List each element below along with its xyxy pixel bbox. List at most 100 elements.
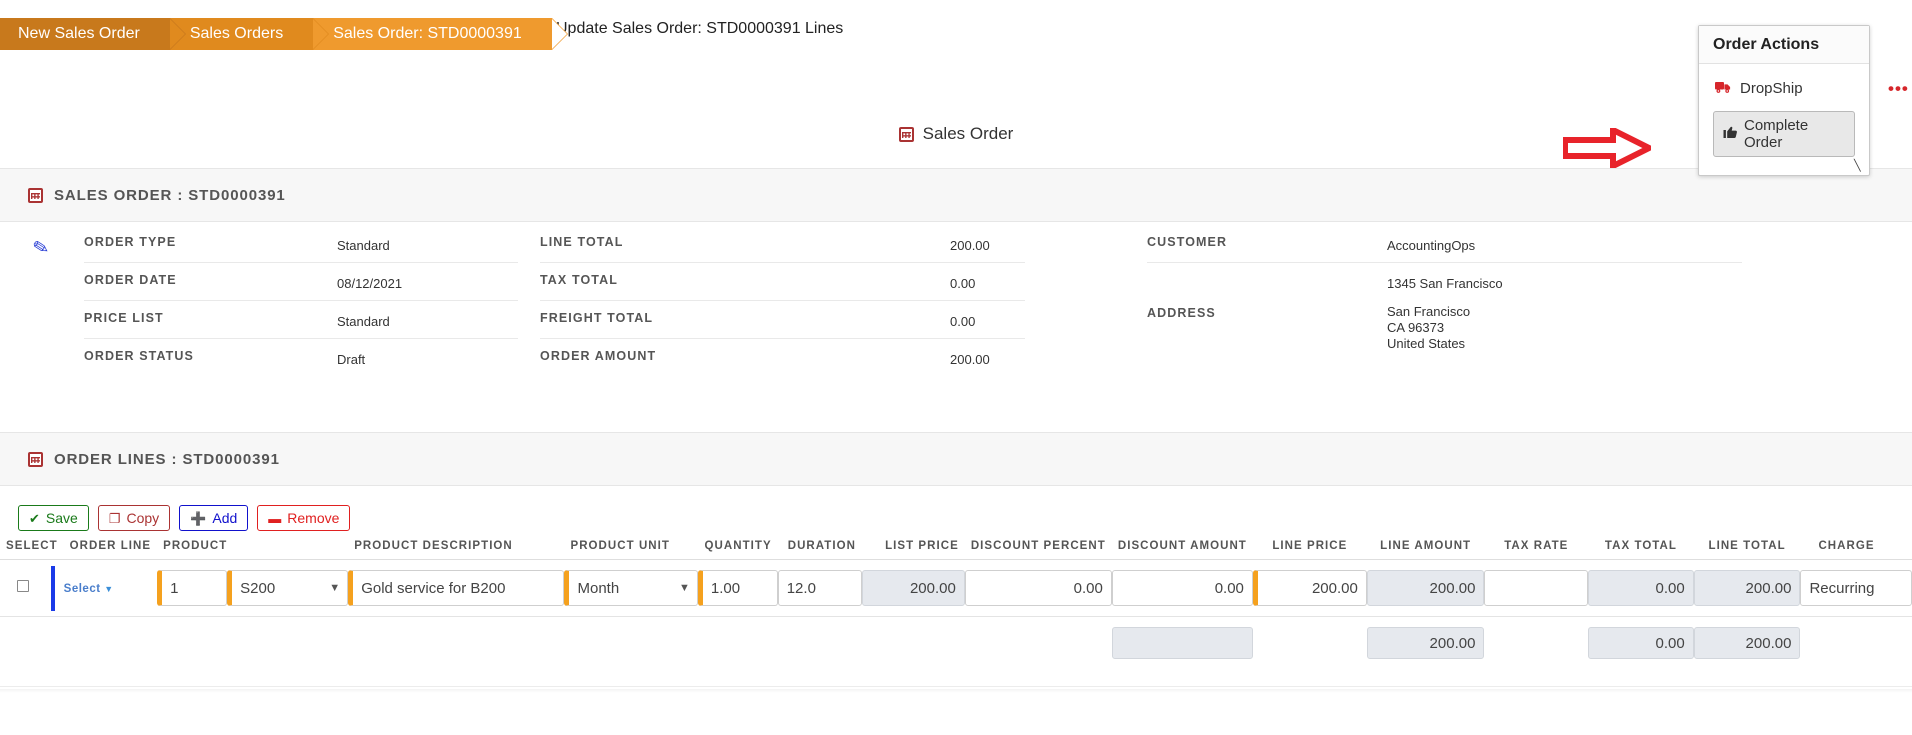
field-value: Standard [337,314,390,329]
order-line-input[interactable]: 1 [157,570,228,606]
field-value: 200.00 [950,238,990,253]
cell-product-description: Gold service for B200 [348,559,565,617]
row-checkbox[interactable] [16,580,29,592]
column-header-line-amount: LINE AMOUNT [1366,540,1485,560]
column-header-product-unit: PRODUCT UNIT [564,540,698,560]
row-select-dropdown[interactable]: Select ▼ [64,583,114,595]
breadcrumb-label: Sales Orders [189,25,284,42]
line-price-input[interactable]: 200.00 [1252,570,1367,606]
summary-cell-line-total: 200.00 [1693,617,1801,670]
column-header-line-price: LINE PRICE [1252,540,1367,560]
address-line-1: San Francisco [1387,304,1471,319]
row-marker [51,565,56,611]
column-header-product-description: PRODUCT DESCRIPTION [348,540,565,560]
field-price-list: PRICE LIST Standard [84,301,518,339]
list-price-field: 200.00 [861,570,965,606]
section-title-sales-order: SALES ORDER : STD0000391 [54,186,286,204]
table-row: Select ▼ 1 S200 ▼ Gold service for B200 [0,559,1912,617]
tax-total-field: 0.00 [1588,570,1694,606]
order-lines-toolbar: ✔ Save ❐ Copy ➕ Add ▬ Remove [18,505,351,531]
field-label: CUSTOMER [1147,235,1228,249]
duration-input[interactable]: 12.0 [777,570,862,606]
row-select-label: Select [63,583,101,595]
cell-line-amount: 200.00 [1366,559,1485,617]
field-order-status: ORDER STATUS Draft [84,339,518,377]
detail-column-right: CUSTOMER AccountingOps ADDRESS 1345 San … [1147,225,1742,352]
field-value: 0.00 [950,314,976,329]
order-actions-panel: Order Actions DropShip Complete Order ╱ [1698,25,1870,176]
field-value: 200.00 [950,352,990,367]
remove-button[interactable]: ▬ Remove [257,505,351,531]
row-select-link-cell: Select ▼ [63,559,158,617]
column-header-order-line: ORDER LINE [63,540,158,560]
field-label: FREIGHT TOTAL [540,311,654,325]
save-button[interactable]: ✔ Save [18,505,89,531]
field-value: 1345 San Francisco San Francisco CA 9637… [1387,272,1503,352]
cell-tax-rate [1484,559,1589,617]
charge-input[interactable]: Recurring [1800,570,1912,606]
row-marker-cell [45,559,64,617]
complete-order-label: Complete Order [1744,117,1809,151]
column-header-list-price: LIST PRICE [861,540,965,560]
breadcrumb: New Sales Order Sales Orders Sales Order… [0,18,568,50]
order-action-dropship[interactable]: DropShip [1699,74,1869,103]
field-value: Draft [337,352,366,367]
field-line-total: LINE TOTAL 200.00 [540,225,1025,263]
summary-line-amount: 200.00 [1366,627,1485,660]
complete-order-button[interactable]: Complete Order [1713,111,1855,157]
copy-icon: ❐ [108,510,121,526]
address-top: 1345 San Francisco [1387,276,1503,291]
pencil-icon[interactable]: ✎ [31,236,51,262]
field-order-amount: ORDER AMOUNT 200.00 [540,339,1025,377]
copy-button[interactable]: ❐ Copy [97,505,171,531]
column-header-select: SELECT [0,540,64,560]
summary-cell-line-amount: 200.00 [1366,617,1485,670]
add-button[interactable]: ➕ Add [179,505,249,531]
column-header-line-total: LINE TOTAL [1693,540,1801,560]
summary-cell-tax-total: 0.00 [1588,617,1694,670]
truck-icon [1715,81,1732,97]
row-select-checkbox-cell [0,559,46,617]
field-value: AccountingOps [1387,238,1476,253]
address-line-2: CA 96373 [1387,320,1445,335]
summary-line-total: 200.00 [1693,627,1801,660]
address-line-3: United States [1387,336,1466,351]
table-header-row: SELECT ORDER LINE PRODUCT PRODUCT DESCRI… [0,540,1912,560]
plus-icon: ➕ [190,510,207,526]
breadcrumb-item-sales-order-detail[interactable]: Sales Order: STD0000391 [313,18,568,50]
resize-handle-icon[interactable] [1854,161,1866,173]
section-title-order-lines: ORDER LINES : STD0000391 [54,450,280,468]
footer-divider [0,686,1912,687]
field-value: 0.00 [950,276,976,291]
ellipsis-icon[interactable]: ••• [1888,80,1909,97]
cell-order-line: 1 [157,559,228,617]
detail-column-left: ORDER TYPE Standard ORDER DATE 08/12/202… [84,225,518,377]
cell-line-total: 200.00 [1693,559,1801,617]
product-select[interactable]: S200 ▼ [227,570,349,606]
tax-rate-input[interactable] [1484,570,1589,606]
breadcrumb-item-sales-orders[interactable]: Sales Orders [169,18,330,50]
field-value: 08/12/2021 [337,276,403,291]
sales-order-header-label: Sales Order [0,124,1912,144]
cell-product: S200 ▼ [227,559,349,617]
grid-icon [898,126,914,142]
chevron-down-icon: ▼ [329,582,341,594]
field-label: ORDER STATUS [84,349,194,363]
sales-order-page: New Sales Order Sales Orders Sales Order… [0,0,1912,735]
product-unit-select[interactable]: Month ▼ [564,570,698,606]
discount-percent-input[interactable]: 0.00 [964,570,1112,606]
field-label: PRICE LIST [84,311,164,325]
sales-order-header-text: Sales Order [922,124,1014,143]
cell-tax-total: 0.00 [1588,559,1694,617]
discount-amount-input[interactable]: 0.00 [1111,570,1253,606]
order-lines-table: SELECT ORDER LINE PRODUCT PRODUCT DESCRI… [0,540,1912,670]
field-freight-total: FREIGHT TOTAL 0.00 [540,301,1025,339]
product-description-input[interactable]: Gold service for B200 [348,570,565,606]
remove-button-label: Remove [287,510,340,526]
cell-discount-amount: 0.00 [1111,559,1253,617]
field-label: ORDER AMOUNT [540,349,657,363]
breadcrumb-item-new-sales-order[interactable]: New Sales Order [0,18,186,50]
quantity-input[interactable]: 1.00 [697,570,778,606]
field-order-date: ORDER DATE 08/12/2021 [84,263,518,301]
order-actions-title: Order Actions [1699,26,1869,64]
